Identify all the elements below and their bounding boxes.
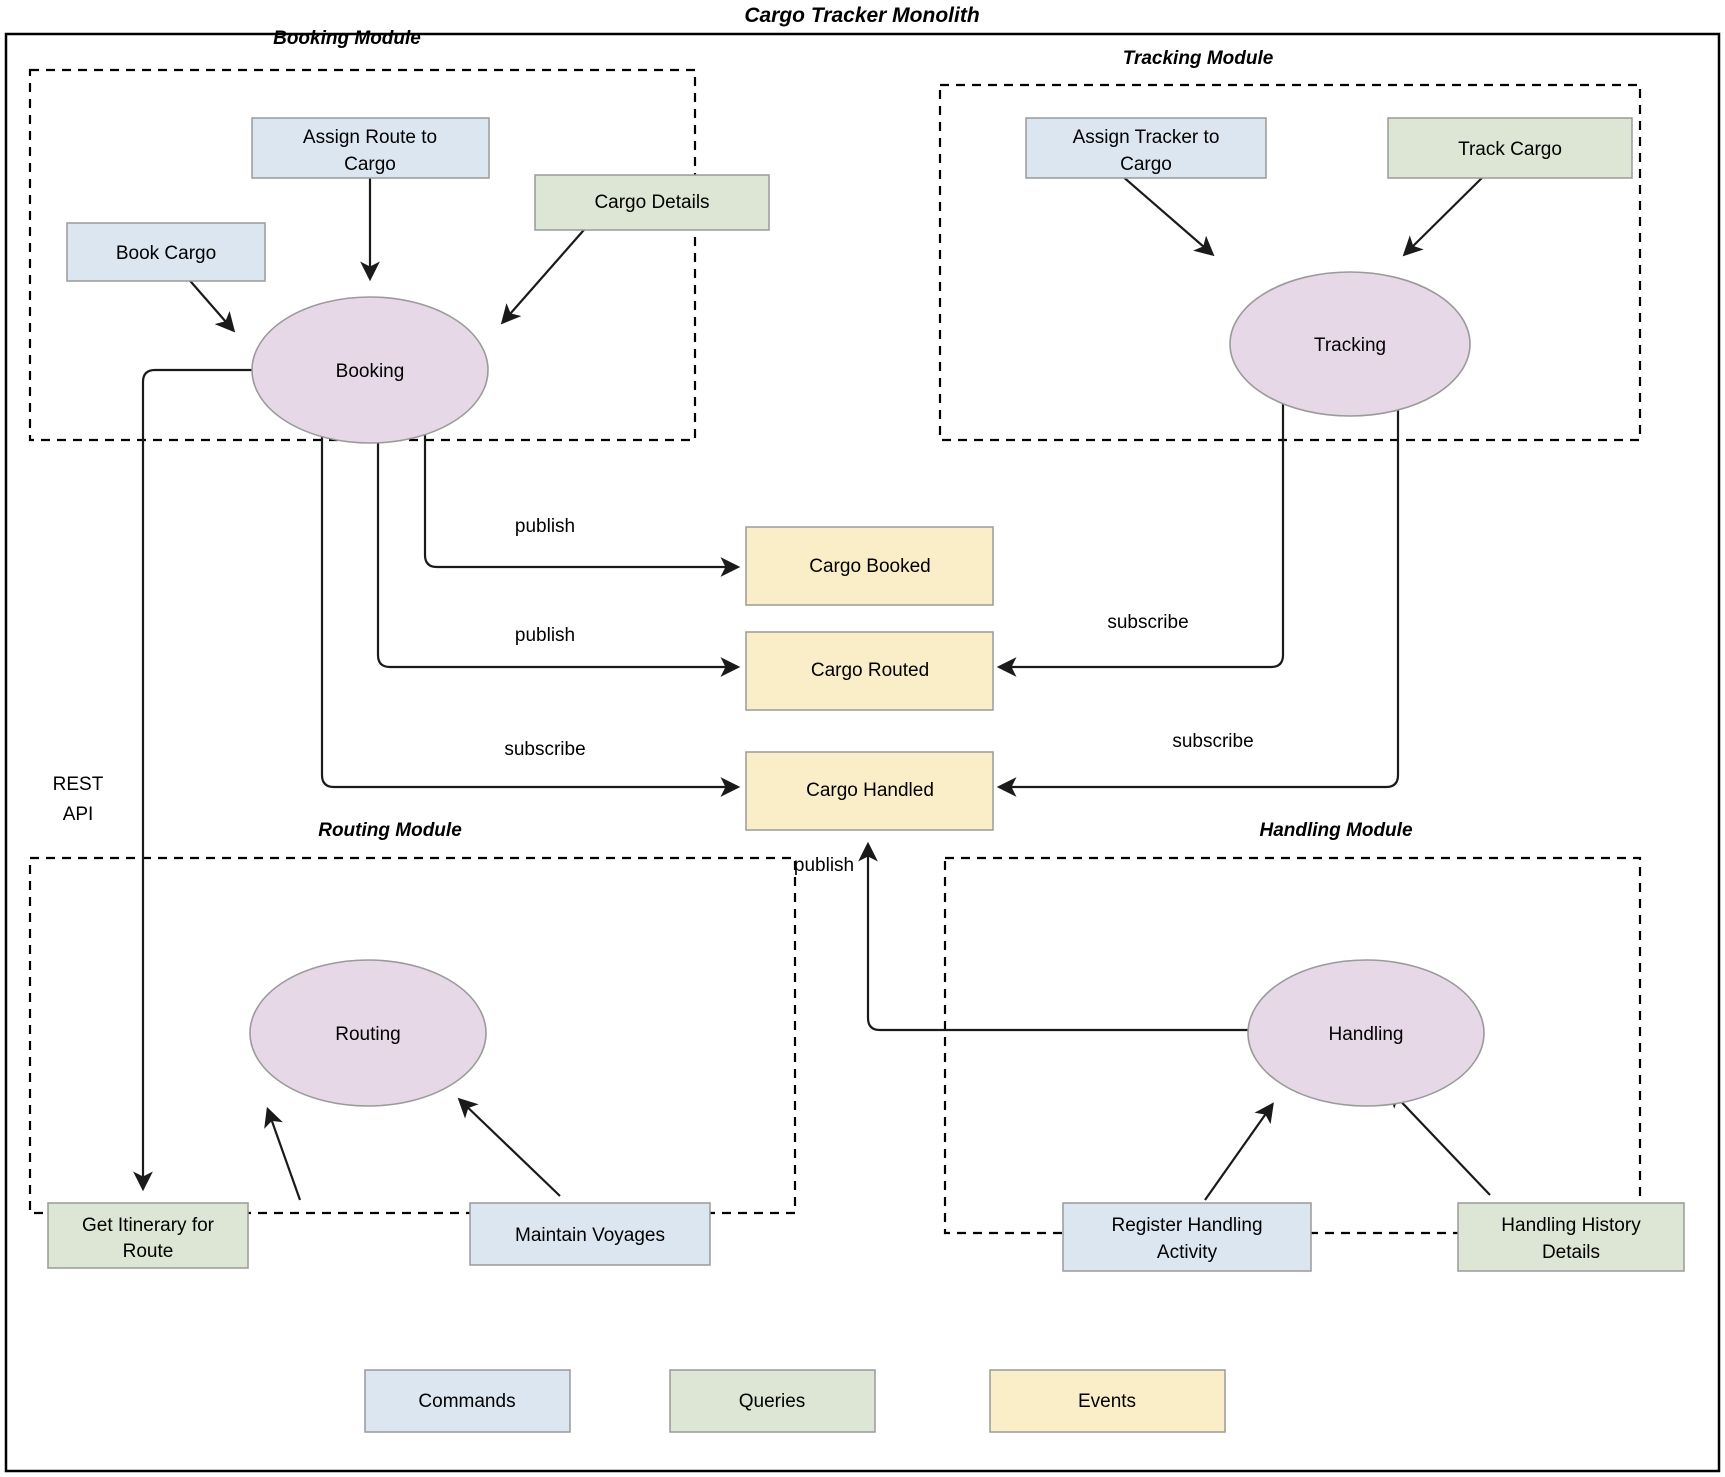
edge-booking-subscribe-cargo-handled [320, 402, 741, 797]
box-label-cargo-details: Cargo Details [594, 192, 709, 213]
box-handling-history-details[interactable]: Handling History Details [1457, 1202, 1685, 1272]
box-label-assign-tracker-line2: Cargo [1120, 154, 1172, 175]
box-cargo-handled[interactable]: Cargo Handled [745, 751, 994, 831]
box-label-track-cargo: Track Cargo [1458, 139, 1562, 160]
box-label-register-handling-line2: Activity [1157, 1242, 1218, 1263]
edge-maintain-voyages-to-routing [457, 1097, 561, 1197]
edge-handling-history-to-handling [1387, 1087, 1491, 1196]
edge-label-rest-api-line2: API [63, 804, 94, 825]
edge-label-publish-handling: publish [794, 855, 854, 876]
legend-label-commands: Commands [418, 1391, 515, 1412]
box-maintain-voyages[interactable]: Maintain Voyages [469, 1202, 711, 1266]
module-title-handling: Handling Module [1259, 820, 1412, 841]
node-label-booking: Booking [336, 361, 405, 382]
box-book-cargo[interactable]: Book Cargo [66, 222, 266, 282]
box-label-cargo-routed: Cargo Routed [811, 660, 929, 681]
edge-assign-tracker-to-tracking [1112, 167, 1215, 257]
node-label-handling: Handling [1329, 1024, 1404, 1045]
box-cargo-routed[interactable]: Cargo Routed [745, 631, 994, 711]
box-assign-tracker-to-cargo[interactable]: Assign Tracker to Cargo [1025, 117, 1267, 179]
module-title-booking: Booking Module [273, 28, 421, 49]
box-label-book-cargo: Book Cargo [116, 243, 216, 264]
node-label-routing: Routing [335, 1024, 401, 1045]
box-label-assign-route-line1: Assign Route to [303, 127, 437, 148]
node-label-tracking: Tracking [1314, 335, 1386, 356]
edge-label-publish-booked: publish [515, 516, 575, 537]
box-cargo-details[interactable]: Cargo Details [534, 174, 770, 231]
box-label-cargo-handled: Cargo Handled [806, 780, 934, 801]
diagram-canvas: Cargo Tracker Monolith Booking Module Tr… [4, 4, 1721, 1473]
box-assign-route-to-cargo[interactable]: Assign Route to Cargo [251, 117, 490, 179]
box-label-assign-tracker-line1: Assign Tracker to [1073, 127, 1220, 148]
box-label-get-itinerary-line2: Route [123, 1241, 174, 1262]
box-cargo-booked[interactable]: Cargo Booked [745, 526, 994, 606]
edge-booking-rest-api-to-get-itinerary [133, 368, 258, 1192]
edge-label-subscribe-tracking-routed: subscribe [1107, 612, 1188, 633]
node-handling[interactable]: Handling [1247, 959, 1485, 1107]
node-booking[interactable]: Booking [251, 296, 489, 444]
edge-get-itinerary-to-routing [264, 1106, 302, 1201]
edge-label-publish-routed: publish [515, 625, 575, 646]
box-label-get-itinerary-line1: Get Itinerary for [82, 1215, 215, 1236]
box-label-handling-history-line1: Handling History [1501, 1215, 1641, 1236]
box-label-cargo-booked: Cargo Booked [809, 556, 930, 577]
edge-handling-publish-cargo-handled [858, 841, 1252, 1032]
edge-cargo-details-to-booking [500, 222, 591, 325]
module-title-routing: Routing Module [318, 820, 462, 841]
node-tracking[interactable]: Tracking [1229, 271, 1471, 417]
legend-commands: Commands [364, 1369, 571, 1433]
module-title-tracking: Tracking Module [1123, 48, 1274, 69]
edge-booking-publish-cargo-booked [423, 395, 741, 577]
diagram-root: Cargo Tracker Monolith Booking Module Tr… [0, 0, 1725, 1477]
legend-queries: Queries [669, 1369, 876, 1433]
legend-label-events: Events [1078, 1391, 1136, 1412]
node-routing[interactable]: Routing [249, 959, 487, 1107]
box-label-maintain-voyages: Maintain Voyages [515, 1225, 665, 1246]
box-get-itinerary-for-route[interactable]: Get Itinerary for Route [47, 1202, 249, 1269]
edge-track-cargo-to-tracking [1402, 167, 1493, 257]
edge-label-subscribe-booking-handled: subscribe [504, 739, 585, 760]
box-register-handling-activity[interactable]: Register Handling Activity [1062, 1202, 1312, 1272]
legend-label-queries: Queries [739, 1391, 806, 1412]
legend-events: Events [989, 1369, 1226, 1433]
box-label-register-handling-line1: Register Handling [1111, 1215, 1262, 1236]
box-track-cargo[interactable]: Track Cargo [1387, 117, 1633, 179]
edge-label-rest-api-line1: REST [53, 774, 104, 795]
edge-label-subscribe-tracking-handled: subscribe [1172, 731, 1253, 752]
page-title: Cargo Tracker Monolith [744, 4, 979, 27]
edge-register-handling-to-handling [1204, 1102, 1274, 1201]
edge-book-cargo-to-booking [184, 274, 236, 333]
box-label-assign-route-line2: Cargo [344, 154, 396, 175]
box-label-handling-history-line2: Details [1542, 1242, 1600, 1263]
